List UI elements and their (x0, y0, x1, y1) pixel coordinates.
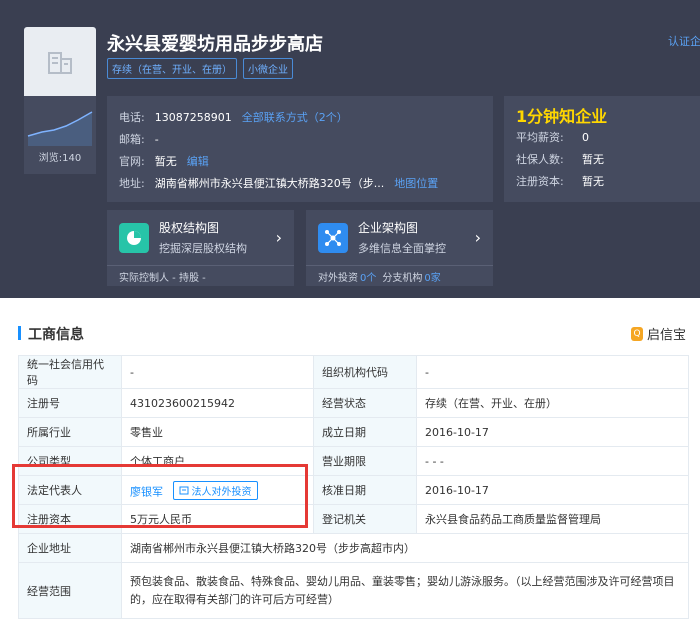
org-code-label: 组织机构代码 (313, 355, 417, 389)
insured-label: 社保人数: (516, 153, 564, 166)
equity-card-top[interactable]: 股权结构图 挖掘深层股权结构 › (107, 210, 294, 265)
highlight-box (12, 464, 308, 528)
capital-row: 注册资本: 暂无 (516, 170, 688, 192)
views-chart: 浏览:140 (24, 96, 96, 174)
table-row: 企业地址 湖南省郴州市永兴县便江镇大桥路320号（步步高超市内） (18, 533, 689, 563)
contact-card: 电话: 13087258901 全部联系方式（2个） 邮箱: - 官网: 暂无 … (107, 96, 493, 202)
address-row: 地址: 湖南省郴州市永兴县便江镇大桥路320号（步... 地图位置 (119, 172, 481, 194)
authority-value: 永兴县食品药品工商质量监督管理局 (416, 504, 689, 534)
table-row: 所属行业 零售业 成立日期 2016-10-17 (18, 417, 689, 447)
building-icon (48, 52, 72, 74)
status-value: 存续（在营、开业、在册） (416, 388, 689, 418)
approve-date-label: 核准日期 (313, 475, 417, 505)
credit-code-value: - (121, 355, 314, 389)
status-label: 经营状态 (313, 388, 417, 418)
equity-card-bottom: 实际控制人 - 持股 - (107, 265, 294, 286)
chevron-right-icon: › (474, 228, 481, 247)
one-minute-title: 1分钟知企业 (516, 107, 608, 126)
equity-card-desc: 挖掘深层股权结构 (159, 242, 247, 255)
section-title: 工商信息 (28, 327, 84, 343)
address-value: 湖南省郴州市永兴县便江镇大桥路320号（步... (154, 177, 385, 190)
avg-salary-value: 0 (582, 130, 589, 144)
insured-value: 暂无 (582, 153, 604, 166)
org-structure-card[interactable]: 企业架构图 多维信息全面掌控 › 对外投资 0个 分支机构 0家 (306, 210, 493, 286)
table-row: 注册号 431023600215942 经营状态 存续（在营、开业、在册） (18, 388, 689, 418)
approve-date-value: 2016-10-17 (416, 475, 689, 505)
qixinbao-brand: Q 启信宝 (630, 324, 686, 343)
avg-salary-label: 平均薪资: (516, 131, 564, 144)
business-info-header: 工商信息 Q 启信宝 (18, 322, 688, 346)
one-minute-card: 1分钟知企业 平均薪资: 0 社保人数: 暂无 注册资本: 暂无 (504, 96, 700, 202)
company-name: 永兴县爱婴坊用品步步高店 (107, 34, 323, 55)
network-icon (318, 222, 348, 253)
section-accent-bar (18, 326, 21, 340)
branch-count-link[interactable]: 0家 (424, 269, 440, 284)
pie-chart-icon (119, 222, 149, 253)
invest-count-link[interactable]: 0个 (360, 269, 376, 284)
all-contacts-link[interactable]: 全部联系方式（2个） (242, 109, 348, 125)
table-row: 统一社会信用代码 - 组织机构代码 - (18, 355, 689, 389)
org-card-bottom: 对外投资 0个 分支机构 0家 (306, 265, 493, 286)
brand-name: 启信宝 (646, 328, 686, 343)
equity-structure-card[interactable]: 股权结构图 挖掘深层股权结构 › 实际控制人 - 持股 - (107, 210, 294, 286)
industry-label: 所属行业 (18, 417, 122, 447)
avg-salary-row: 平均薪资: 0 (516, 126, 688, 148)
authority-label: 登记机关 (313, 504, 417, 534)
phone-value: 13087258901 (154, 110, 232, 124)
size-tag: 小微企业 (243, 58, 293, 79)
reg-no-value: 431023600215942 (121, 388, 314, 418)
reg-no-label: 注册号 (18, 388, 122, 418)
org-card-top[interactable]: 企业架构图 多维信息全面掌控 › (306, 210, 493, 265)
email-row: 邮箱: - (119, 128, 481, 150)
email-value: - (154, 132, 159, 146)
status-tag: 存续（在营、开业、在册） (107, 58, 237, 79)
trend-line-icon (27, 111, 93, 146)
website-label: 官网: (119, 155, 145, 168)
company-header: 浏览:140 永兴县爱婴坊用品步步高店 存续（在营、开业、在册） 小微企业 认证… (0, 0, 700, 298)
industry-value: 零售业 (121, 417, 314, 447)
company-logo (24, 27, 96, 99)
insured-row: 社保人数: 暂无 (516, 148, 688, 170)
company-address-value: 湖南省郴州市永兴县便江镇大桥路320号（步步高超市内） (121, 533, 689, 563)
email-label: 邮箱: (119, 133, 145, 146)
map-location-link[interactable]: 地图位置 (394, 175, 438, 191)
phone-label: 电话: (119, 111, 145, 124)
phone-row: 电话: 13087258901 全部联系方式（2个） (119, 106, 481, 128)
views-count: 浏览:140 (38, 153, 82, 164)
qixinbao-logo-icon: Q (630, 326, 643, 341)
edit-website-link[interactable]: 编辑 (187, 153, 209, 169)
term-value: - - - (416, 446, 689, 476)
capital-label: 注册资本: (516, 175, 564, 188)
capital-value: 暂无 (582, 175, 604, 188)
org-code-value: - (416, 355, 689, 389)
org-card-title: 企业架构图 (358, 221, 419, 235)
credit-code-label: 统一社会信用代码 (18, 355, 122, 389)
address-label: 地址: (119, 177, 145, 190)
invest-label: 对外投资 (318, 272, 358, 284)
certify-link[interactable]: 认证企业 (668, 33, 700, 49)
branch-label: 分支机构 (382, 272, 423, 284)
company-address-label: 企业地址 (18, 533, 122, 563)
company-tags: 存续（在营、开业、在册） 小微企业 (107, 58, 293, 79)
org-card-desc: 多维信息全面掌控 (358, 242, 446, 255)
chevron-right-icon: › (275, 228, 282, 247)
business-scope-value: 预包装食品、散装食品、特殊食品、婴幼儿用品、童装零售；婴幼儿游泳服务。（以上经营… (121, 562, 689, 619)
website-row: 官网: 暂无 编辑 (119, 150, 481, 172)
term-label: 营业期限 (313, 446, 417, 476)
website-value: 暂无 (154, 155, 177, 168)
founded-label: 成立日期 (313, 417, 417, 447)
founded-value: 2016-10-17 (416, 417, 689, 447)
table-row: 经营范围 预包装食品、散装食品、特殊食品、婴幼儿用品、童装零售；婴幼儿游泳服务。… (18, 562, 689, 619)
equity-card-title: 股权结构图 (159, 221, 220, 235)
business-scope-label: 经营范围 (18, 562, 122, 619)
